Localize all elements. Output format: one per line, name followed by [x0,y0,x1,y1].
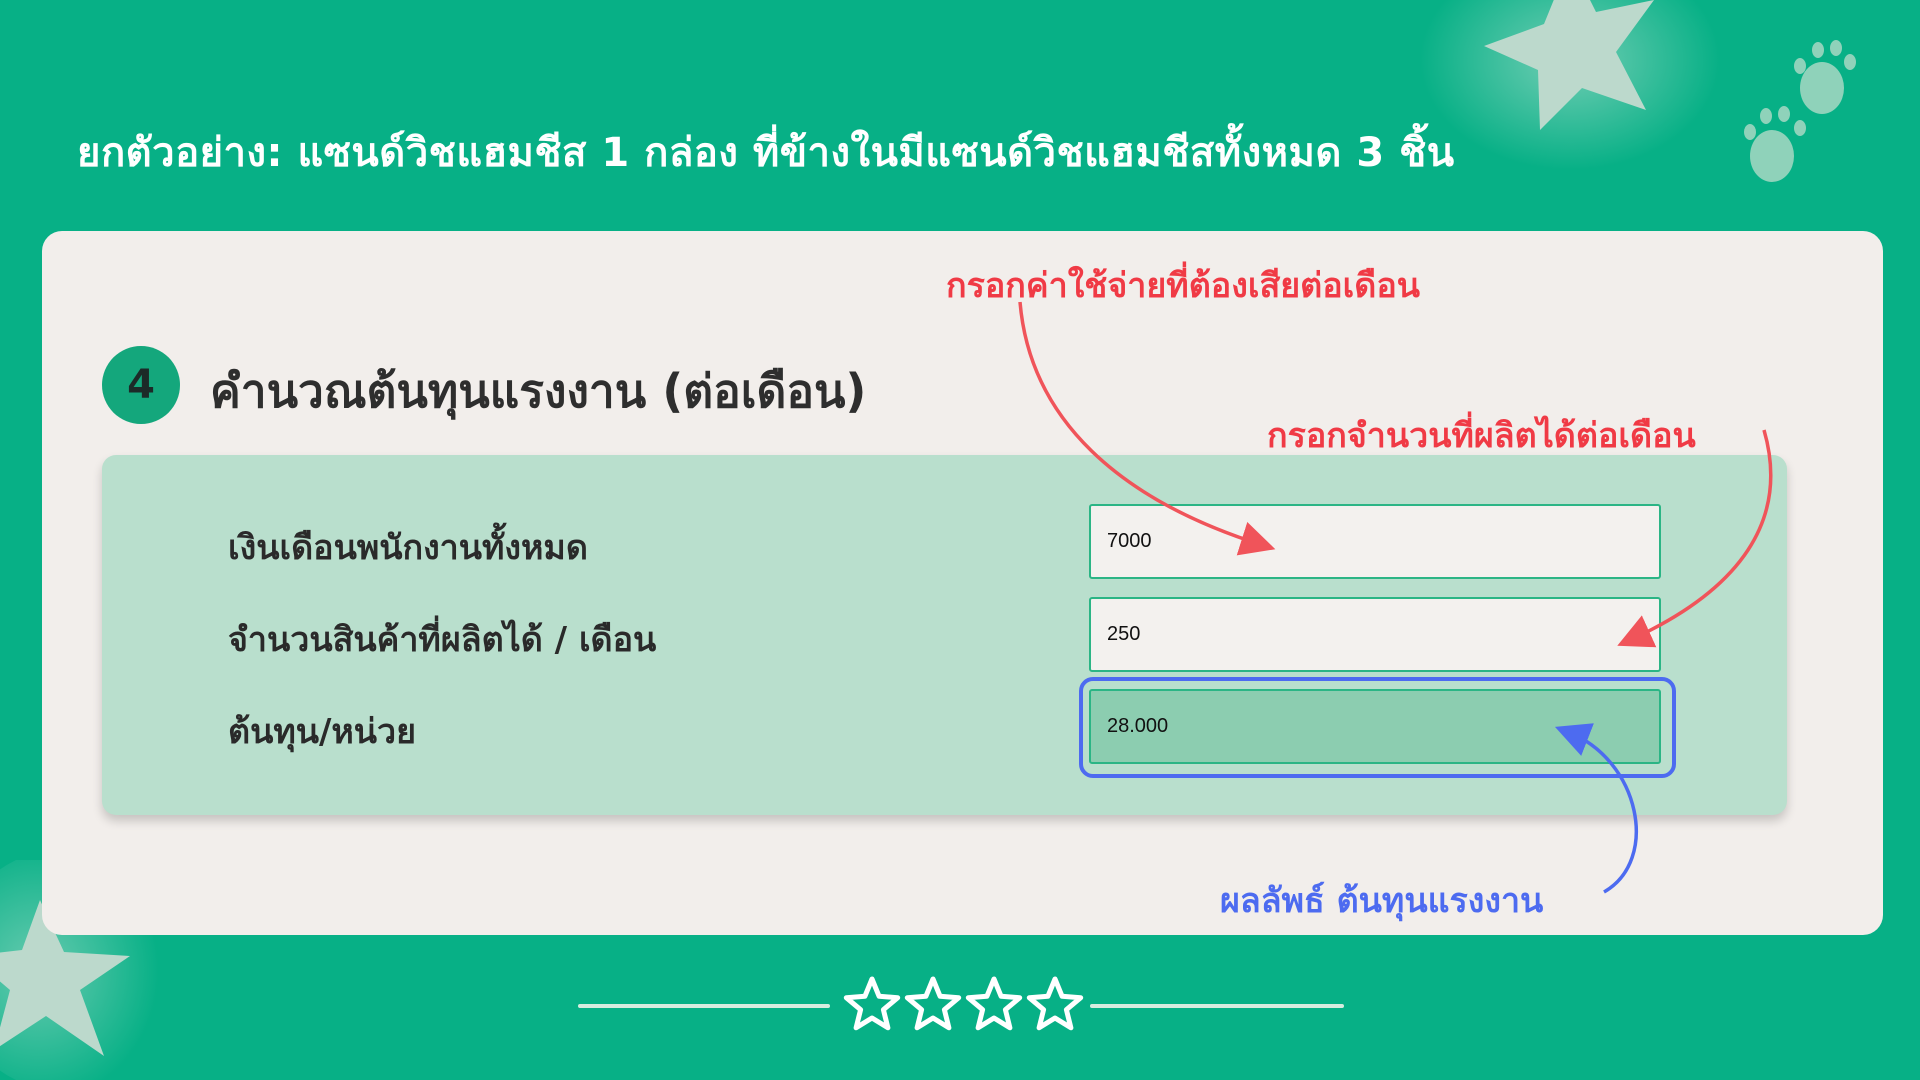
footer-divider-right [1090,1004,1344,1008]
star-outline-icon [843,976,901,1031]
star-outline-icon [1026,976,1084,1031]
annotation-arrows [1018,301,1773,894]
arrow-to-salary [1018,301,1276,556]
star-outline-icon [904,976,962,1031]
arrow-to-result [1554,723,1638,894]
footer-divider-left [578,1004,830,1008]
arrow-to-output [1617,429,1773,648]
star-outline-icon [965,976,1023,1031]
footer-stars [843,976,1084,1031]
